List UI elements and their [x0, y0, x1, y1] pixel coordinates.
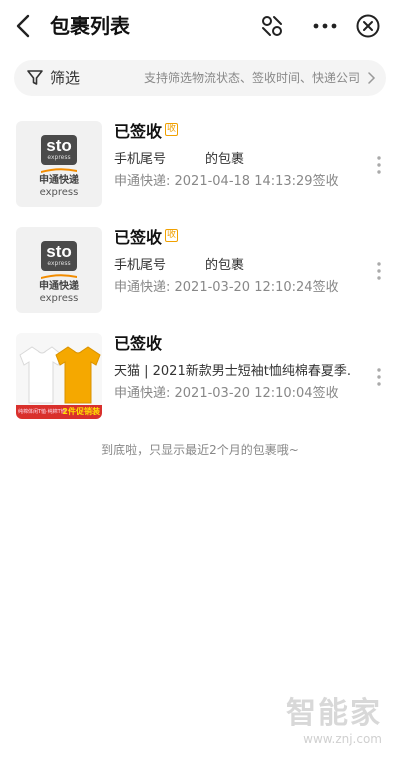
close-icon[interactable] — [355, 13, 381, 39]
product-thumbnail: 纯棉体闲T恤·纯棉T恤 2件促销装 — [16, 333, 102, 419]
package-description: 天猫 | 2021新款男士短袖t恤纯棉春夏季... — [114, 364, 350, 379]
page-title: 包裹列表 — [50, 14, 130, 38]
sto-mark-text: sto — [46, 136, 72, 155]
sto-logo-cn: 申通快递 — [39, 281, 79, 292]
kebab-menu-icon[interactable] — [372, 261, 386, 281]
sto-logo-cn: 申通快递 — [39, 175, 79, 186]
more-options-icon[interactable] — [312, 14, 338, 38]
sto-mark-subtext: express — [47, 154, 71, 161]
package-description: 手机尾号 的包裹 — [114, 258, 245, 273]
filter-funnel-icon — [27, 70, 43, 85]
package-meta: 申通快递: 2021-04-18 14:13:29签收 — [114, 174, 339, 189]
received-badge: 收 — [165, 229, 178, 242]
package-meta: 申通快递: 2021-03-20 12:10:04签收 — [114, 386, 339, 401]
package-item[interactable]: sto express 申通快递 express 已签收 收 手机尾号 的包裹 … — [0, 121, 400, 211]
package-meta: 申通快递: 2021-03-20 12:10:24签收 — [114, 280, 339, 295]
sto-swoosh-graphic — [41, 168, 77, 173]
sto-express-logo: sto express 申通快递 express — [16, 121, 102, 207]
filter-label: 筛选 — [50, 69, 81, 87]
package-status: 已签收 — [114, 334, 163, 353]
kebab-menu-icon[interactable] — [372, 155, 386, 175]
filter-bar[interactable]: 筛选 支持筛选物流状态、签收时间、快递公司 — [14, 60, 386, 96]
sto-logo-mark: sto express — [41, 241, 77, 271]
sto-logo-en: express — [39, 187, 79, 198]
sto-logo-en: express — [39, 293, 79, 304]
watermark-text: 智能家 — [286, 696, 382, 731]
sto-logo-mark: sto express — [41, 135, 77, 165]
sto-express-logo: sto express 申通快递 express — [16, 227, 102, 313]
promo-banner: 纯棉体闲T恤·纯棉T恤 2件促销装 — [16, 405, 102, 419]
top-bar: 包裹列表 — [0, 0, 400, 52]
chevron-right-icon — [368, 72, 376, 84]
watermark: 智能家 www.znj.com — [286, 696, 390, 746]
sto-swoosh-graphic — [41, 274, 77, 279]
package-description: 手机尾号 的包裹 — [114, 152, 245, 167]
back-arrow-icon[interactable] — [10, 12, 38, 40]
sto-mark-subtext: express — [47, 260, 71, 267]
promo-tag: 2件促销装 — [62, 407, 100, 416]
package-item[interactable]: sto express 申通快递 express 已签收 收 手机尾号 的包裹 … — [0, 227, 400, 317]
kebab-menu-icon[interactable] — [372, 367, 386, 387]
end-of-list-note: 到底啦，只显示最近2个月的包裹哦~ — [101, 443, 299, 457]
scan-icon[interactable] — [260, 14, 284, 38]
package-status: 已签收 — [114, 122, 163, 141]
package-status: 已签收 — [114, 228, 163, 247]
filter-hint: 支持筛选物流状态、签收时间、快递公司 — [143, 71, 360, 85]
promo-small-text: 纯棉体闲T恤·纯棉T恤 — [18, 409, 66, 415]
sto-mark-text: sto — [46, 242, 72, 261]
package-item[interactable]: 纯棉体闲T恤·纯棉T恤 2件促销装 已签收 天猫 | 2021新款男士短袖t恤纯… — [0, 333, 400, 423]
received-badge: 收 — [165, 123, 178, 136]
watermark-url: www.znj.com — [303, 732, 382, 746]
